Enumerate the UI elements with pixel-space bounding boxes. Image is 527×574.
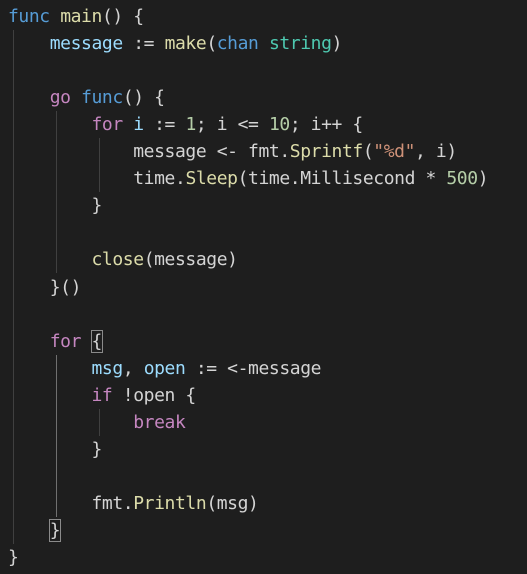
- code-token: 10: [268, 114, 290, 136]
- code-editor[interactable]: func main() { message := make(chan strin…: [0, 0, 527, 574]
- code-token: if: [91, 384, 113, 406]
- code-line[interactable]: message <- fmt.Sprintf("%d", i): [8, 138, 457, 165]
- code-line[interactable]: for {: [8, 328, 103, 355]
- code-token: message <- fmt.: [8, 141, 290, 163]
- code-token: :=: [143, 114, 186, 136]
- code-line[interactable]: }(): [8, 274, 82, 301]
- code-token: :=: [122, 33, 165, 55]
- code-line[interactable]: break: [8, 409, 186, 436]
- code-line[interactable]: }: [8, 192, 102, 219]
- code-line[interactable]: }: [8, 544, 19, 571]
- code-token: (time.Millisecond *: [237, 168, 447, 190]
- code-token: 500: [446, 168, 478, 190]
- code-token: "%d": [373, 141, 416, 163]
- code-token: (: [206, 33, 217, 55]
- code-token: (msg): [206, 492, 259, 514]
- code-token: for: [91, 114, 124, 136]
- code-token: for: [49, 330, 82, 352]
- code-token: Sprintf: [289, 141, 363, 163]
- code-token: make: [164, 33, 207, 55]
- code-token: (message): [143, 249, 238, 271]
- code-token: break: [133, 411, 186, 433]
- code-token: 1: [185, 114, 196, 136]
- code-token: ): [331, 33, 343, 55]
- code-token: time.: [8, 168, 186, 190]
- code-token: , i): [415, 141, 457, 163]
- code-token: func: [81, 87, 123, 109]
- code-line[interactable]: close(message): [8, 246, 239, 273]
- code-token: message: [49, 33, 123, 55]
- code-token: chan: [216, 33, 259, 55]
- code-line[interactable]: }: [8, 436, 102, 463]
- code-token: }: [8, 547, 19, 568]
- code-token: () {: [122, 87, 165, 109]
- code-token: close: [91, 249, 145, 271]
- code-line[interactable]: if !open {: [8, 382, 197, 409]
- code-token: := <-message: [185, 357, 322, 379]
- matched-bracket: }: [48, 518, 62, 542]
- code-line[interactable]: time.Sleep(time.Millisecond * 500): [8, 165, 488, 192]
- matched-bracket: {: [90, 329, 103, 353]
- code-line[interactable]: func main() {: [8, 3, 144, 30]
- code-token: ; i <=: [195, 114, 269, 136]
- code-token: }: [8, 195, 102, 217]
- code-token: msg: [91, 357, 124, 379]
- code-token: open: [143, 357, 186, 379]
- code-token: ): [477, 168, 489, 190]
- code-token: i: [133, 114, 144, 136]
- code-token: main: [60, 6, 102, 27]
- code-token: () {: [101, 6, 144, 27]
- code-token: }: [8, 438, 102, 460]
- code-token: (: [362, 141, 374, 163]
- code-token: ; i++ {: [289, 114, 363, 136]
- code-line[interactable]: msg, open := <-message: [8, 355, 322, 382]
- code-token: go: [49, 87, 71, 109]
- code-token: func: [8, 6, 50, 27]
- code-line[interactable]: message := make(chan string): [8, 30, 343, 57]
- code-line[interactable]: fmt.Println(msg): [8, 490, 259, 517]
- code-token: fmt.: [8, 492, 134, 514]
- code-token: }(): [8, 276, 82, 298]
- code-token: !open {: [112, 384, 196, 406]
- code-line[interactable]: go func() {: [8, 84, 165, 111]
- code-token: Println: [133, 492, 207, 514]
- code-token: string: [268, 33, 332, 55]
- code-token: ,: [122, 357, 144, 379]
- code-token: Sleep: [185, 168, 238, 190]
- code-line[interactable]: }: [8, 517, 62, 544]
- code-line[interactable]: for i := 1; i <= 10; i++ {: [8, 111, 364, 138]
